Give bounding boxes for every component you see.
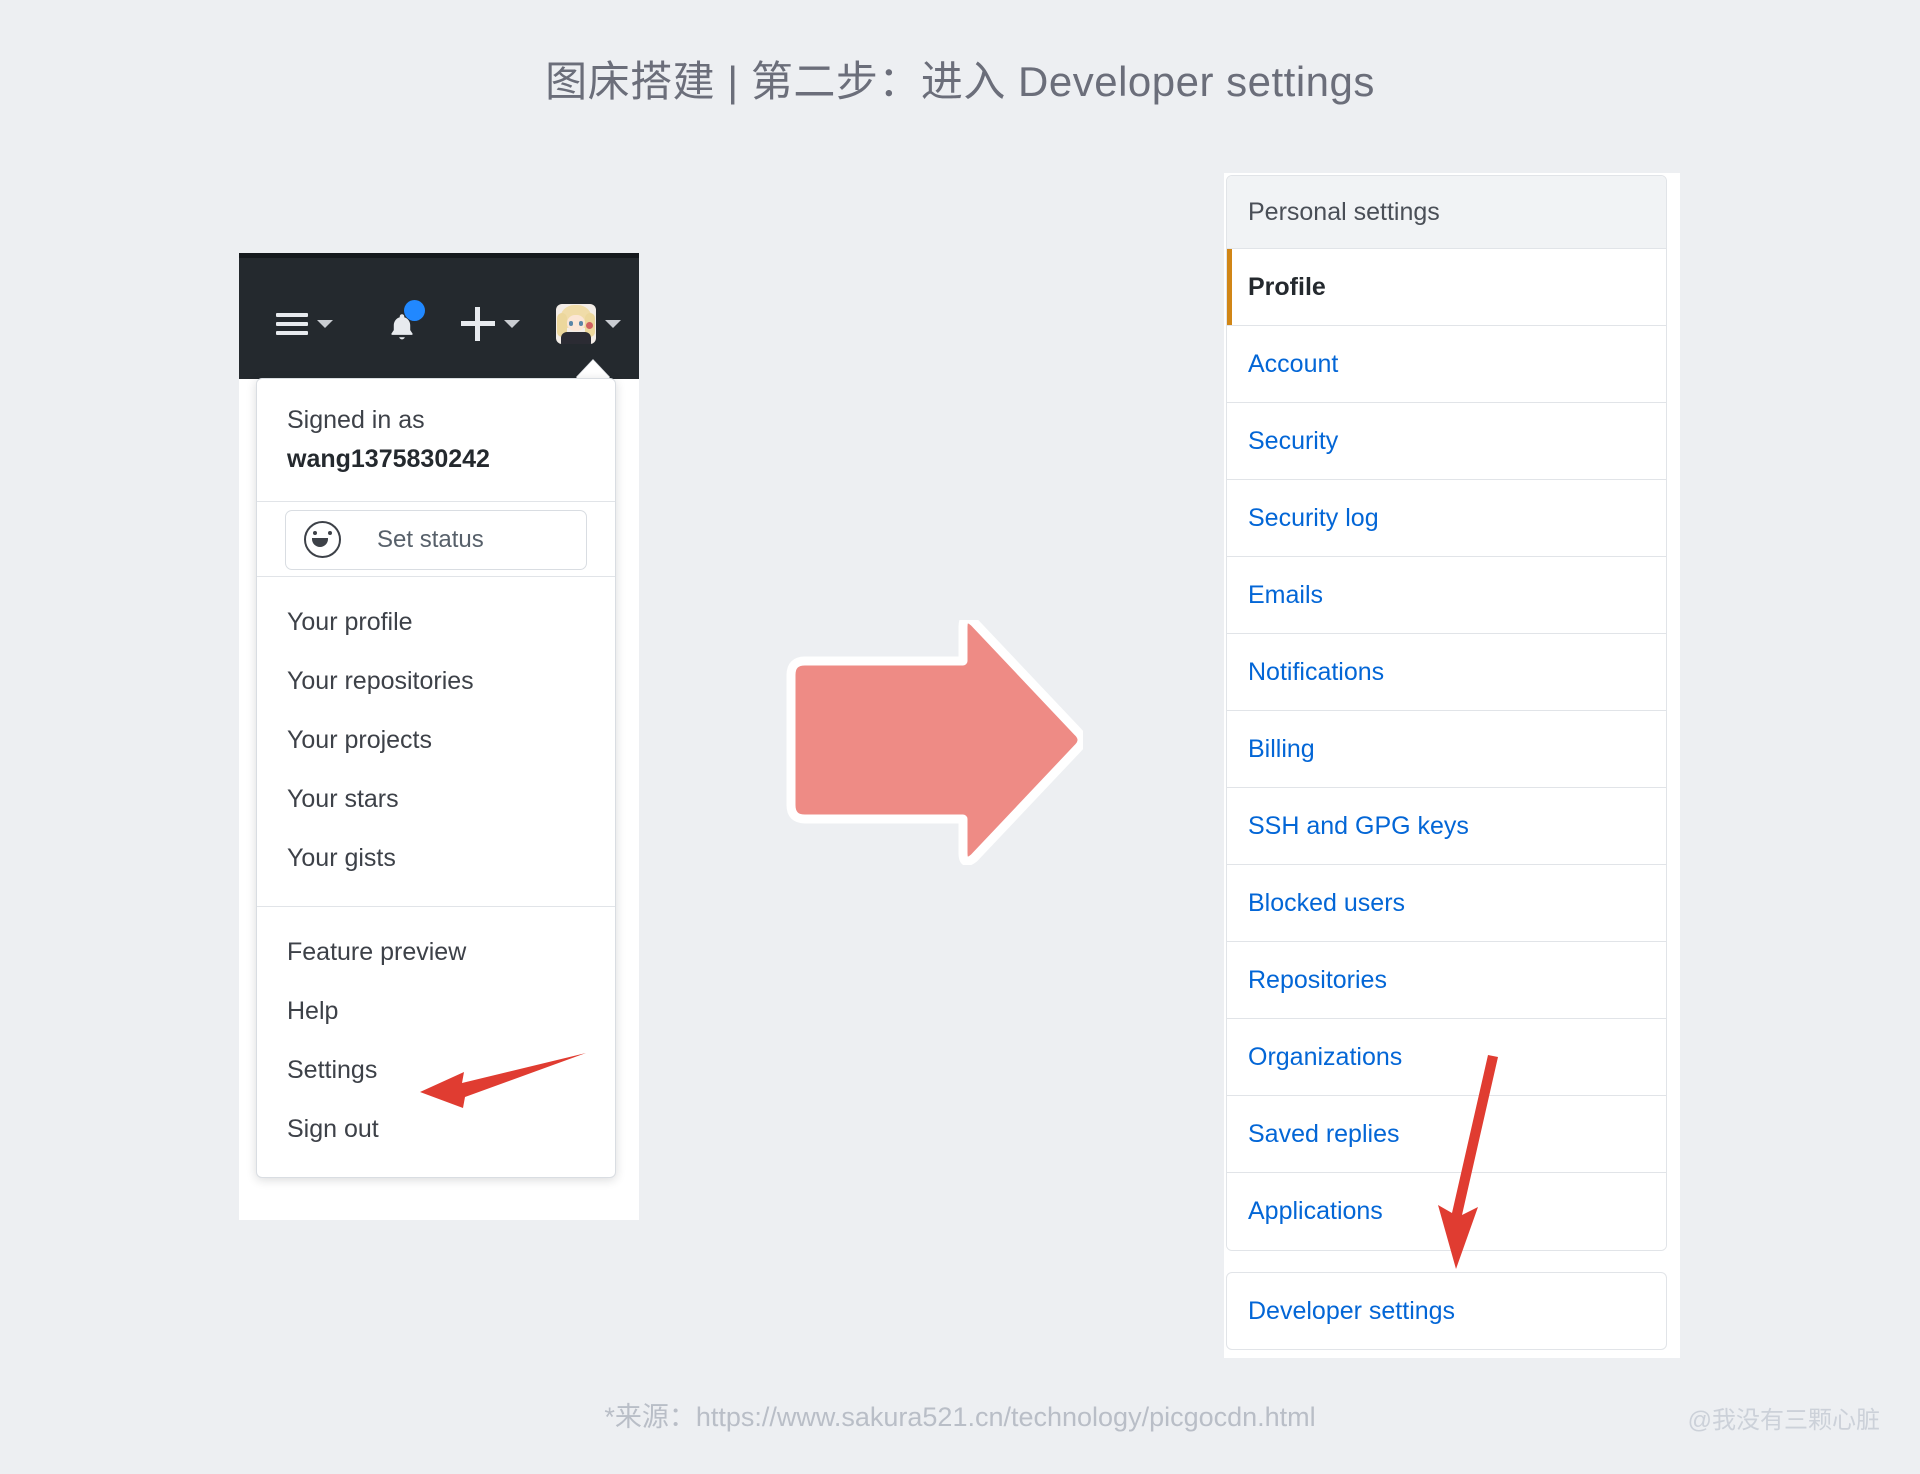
dropdown-item-help[interactable]: Help (257, 982, 615, 1041)
source-note: *来源：https://www.sakura521.cn/technology/… (604, 1402, 1316, 1432)
create-new-button[interactable] (461, 306, 520, 341)
smiley-icon (304, 521, 341, 558)
sidebar-item-security-log[interactable]: Security log (1227, 480, 1666, 557)
sidebar-item-developer-settings[interactable]: Developer settings (1226, 1272, 1667, 1350)
hamburger-menu-icon (276, 312, 308, 335)
developer-settings-pointer-arrow (1438, 1055, 1498, 1269)
sidebar-item-emails[interactable]: Emails (1227, 557, 1666, 634)
sidebar-item-profile[interactable]: Profile (1227, 249, 1666, 326)
avatar (556, 303, 596, 344)
chevron-down-icon (504, 319, 520, 328)
dropdown-item-your-gists[interactable]: Your gists (257, 829, 615, 888)
sidebar-item-ssh-and-gpg-keys[interactable]: SSH and GPG keys (1227, 788, 1666, 865)
sidebar-item-billing[interactable]: Billing (1227, 711, 1666, 788)
dropdown-item-your-stars[interactable]: Your stars (257, 770, 615, 829)
notifications-button[interactable] (381, 299, 425, 346)
account-menu-button[interactable] (556, 303, 621, 344)
dropdown-group-profile: Your profile Your repositories Your projec… (257, 577, 615, 906)
dropdown-group-account: Feature preview Help Settings Sign out (257, 907, 615, 1177)
dropdown-item-feature-preview[interactable]: Feature preview (257, 923, 615, 982)
chevron-down-icon (605, 319, 621, 328)
sidebar-item-security[interactable]: Security (1227, 403, 1666, 480)
set-status-button[interactable]: Set status (285, 509, 587, 570)
dropdown-item-your-profile[interactable]: Your profile (257, 593, 615, 652)
sidebar-item-blocked-users[interactable]: Blocked users (1227, 865, 1666, 942)
set-status-label: Set status (377, 525, 484, 553)
personal-settings-header: Personal settings (1227, 176, 1666, 249)
page-title: 图床搭建 | 第二步：进入 Developer settings (545, 58, 1375, 105)
signed-in-block: Signed in as wang1375830242 (257, 379, 615, 501)
sidebar-item-account[interactable]: Account (1227, 326, 1666, 403)
sidebar-item-repositories[interactable]: Repositories (1227, 942, 1666, 1019)
dropdown-caret-tip (576, 360, 610, 378)
chevron-down-icon (317, 319, 333, 328)
dropdown-item-your-projects[interactable]: Your projects (257, 711, 615, 770)
settings-pointer-arrow (420, 1053, 586, 1108)
hamburger-menu-button[interactable] (276, 312, 333, 335)
signed-in-username: wang1375830242 (287, 444, 490, 473)
step-flow-arrow (786, 620, 1083, 865)
sidebar-item-notifications[interactable]: Notifications (1227, 634, 1666, 711)
plus-icon (461, 306, 495, 341)
signed-in-label: Signed in as (287, 406, 425, 434)
watermark: @我没有三颗心脏 (1687, 1407, 1880, 1434)
notification-indicator-dot (404, 299, 425, 321)
dropdown-item-your-repositories[interactable]: Your repositories (257, 652, 615, 711)
